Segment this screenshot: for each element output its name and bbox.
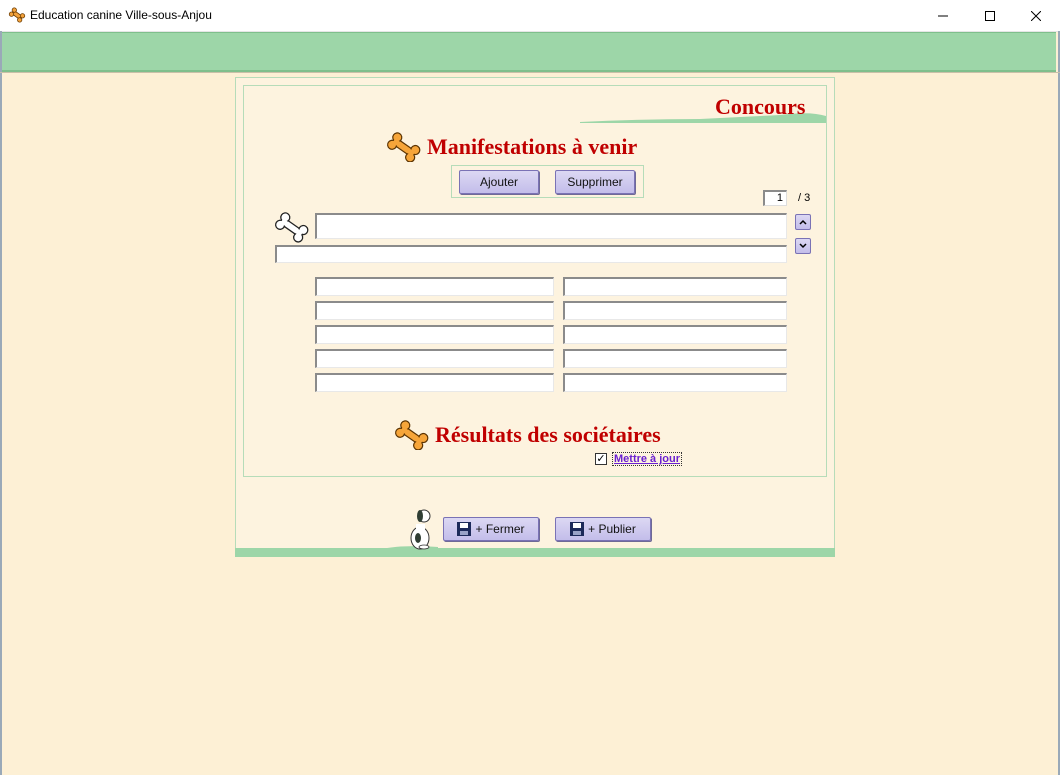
bone-icon [393, 420, 431, 455]
minimize-button[interactable] [920, 0, 966, 31]
minimize-icon [938, 15, 948, 16]
event-detail-field[interactable] [563, 301, 787, 320]
event-detail-field[interactable] [563, 277, 787, 296]
event-detail-field[interactable] [563, 373, 787, 392]
event-detail-field[interactable] [563, 349, 787, 368]
close-form-button[interactable]: + Fermer [443, 517, 539, 541]
close-form-label: + Fermer [475, 522, 525, 536]
window-title: Education canine Ville-sous-Anjou [30, 8, 212, 22]
add-button[interactable]: Ajouter [459, 170, 539, 194]
bone-outline-icon [273, 211, 311, 248]
chevron-up-icon [799, 219, 807, 225]
publish-label: + Publier [588, 522, 636, 536]
dog-illustration [372, 509, 438, 552]
window-border-left [0, 31, 2, 775]
divider [0, 72, 1060, 73]
maximize-icon [985, 10, 995, 21]
page-total: / 3 [798, 192, 811, 204]
ground-decoration [235, 548, 835, 557]
event-detail-field[interactable] [315, 325, 554, 344]
bone-icon [8, 7, 26, 28]
event-detail-field[interactable] [315, 349, 554, 368]
bone-icon [385, 132, 423, 167]
previous-record-button[interactable] [795, 214, 811, 230]
delete-button[interactable]: Supprimer [555, 170, 635, 194]
event-detail-field[interactable] [563, 325, 787, 344]
event-detail-field[interactable] [315, 301, 554, 320]
section-title: Concours [715, 94, 806, 119]
window-titlebar: Education canine Ville-sous-Anjou [0, 0, 1060, 32]
publish-button[interactable]: + Publier [555, 517, 651, 541]
maximize-button[interactable] [967, 0, 1013, 31]
chevron-down-icon [799, 243, 807, 249]
page-number-field[interactable]: 1 [763, 190, 787, 206]
update-checkbox[interactable]: ✓ [595, 453, 607, 465]
save-icon [570, 522, 585, 536]
upcoming-heading: Manifestations à venir [427, 134, 638, 159]
update-link[interactable]: Mettre à jour [612, 452, 683, 466]
next-record-button[interactable] [795, 238, 811, 254]
close-button[interactable] [1013, 0, 1059, 31]
event-description-field[interactable] [275, 245, 787, 263]
event-title-field[interactable] [315, 213, 787, 239]
close-icon [1031, 10, 1041, 21]
event-detail-field[interactable] [315, 373, 554, 392]
event-detail-field[interactable] [315, 277, 554, 296]
top-banner [2, 32, 1056, 72]
save-icon [457, 522, 472, 536]
results-heading: Résultats des sociétaires [435, 422, 661, 447]
